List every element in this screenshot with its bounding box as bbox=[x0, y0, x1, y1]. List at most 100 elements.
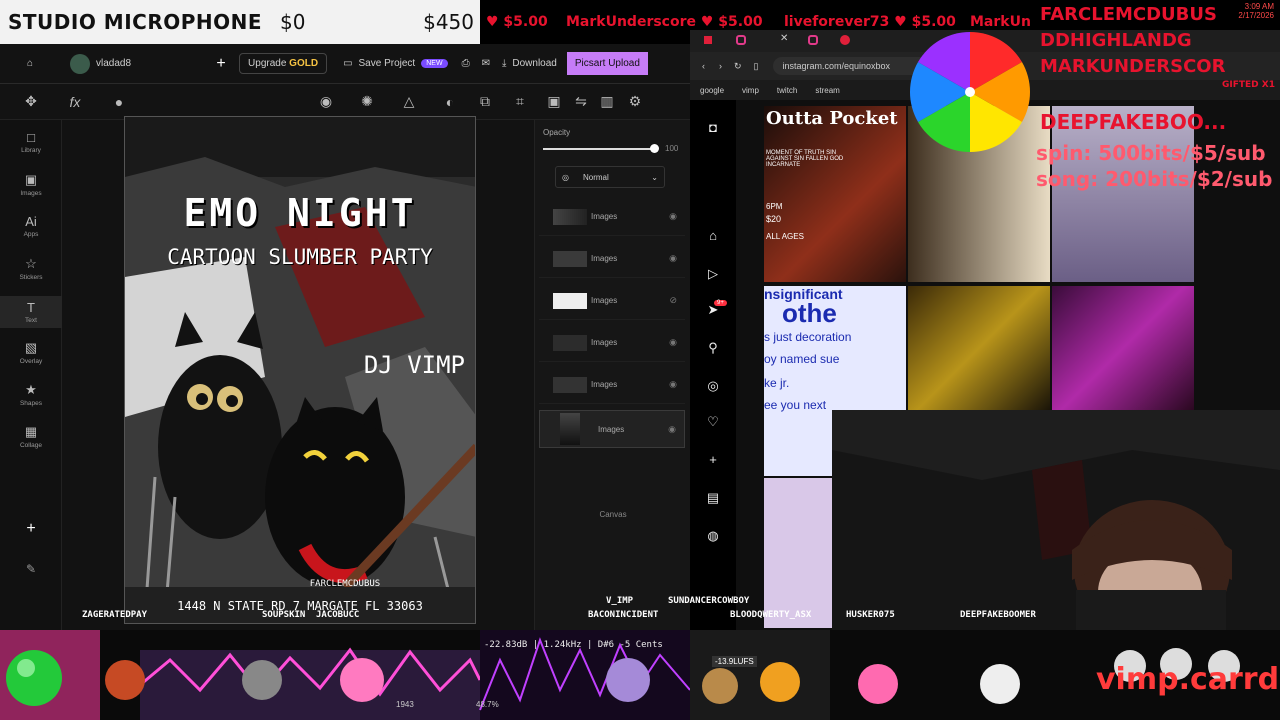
record-icon[interactable]: ◉ bbox=[306, 93, 346, 110]
nav-library[interactable]: □ Library bbox=[0, 130, 62, 154]
heart-icon[interactable]: ♡ bbox=[704, 414, 722, 430]
alert-name: DEEPFAKEBOO... bbox=[1040, 110, 1227, 134]
blend-mode-select[interactable]: ◎ Normal ⌄ bbox=[555, 166, 665, 188]
home-icon[interactable]: ⌂ bbox=[704, 228, 722, 243]
nav-apps[interactable]: Ai Apps bbox=[0, 214, 62, 238]
close-icon[interactable]: ✕ bbox=[780, 33, 788, 44]
settings-icon[interactable]: ⚙ bbox=[620, 93, 650, 110]
bookmark-vimp[interactable]: vimp bbox=[742, 86, 759, 95]
bookmark-icon[interactable]: ▯ bbox=[754, 61, 759, 72]
crop-icon[interactable]: ⌗ bbox=[500, 93, 540, 110]
explore-icon[interactable]: ◎ bbox=[704, 378, 722, 394]
filter-icon[interactable]: ◐ bbox=[430, 94, 470, 110]
move-icon[interactable]: ✥ bbox=[0, 93, 62, 110]
eye-icon[interactable]: ◉ bbox=[669, 211, 677, 222]
bookmark-google[interactable]: google bbox=[700, 86, 724, 95]
shape-icon[interactable]: △ bbox=[388, 93, 430, 110]
layer-item[interactable]: Images ⊘ bbox=[539, 282, 685, 320]
mic-goal-target: $450 bbox=[423, 10, 474, 34]
forward-icon[interactable]: › bbox=[719, 61, 722, 71]
eye-icon[interactable]: ◉ bbox=[669, 379, 677, 390]
save-label: Save Project bbox=[358, 58, 416, 69]
canvas-layer[interactable]: Canvas bbox=[535, 510, 691, 519]
add-icon[interactable]: + bbox=[209, 55, 233, 73]
nav-stickers[interactable]: ☆ Stickers bbox=[0, 256, 62, 281]
alert-name: MARKUNDERSCOR bbox=[1040, 56, 1226, 77]
brush-icon[interactable]: ✎ bbox=[0, 562, 62, 576]
layer-name: Images bbox=[591, 380, 618, 389]
opacity-slider[interactable] bbox=[543, 144, 659, 153]
home-icon[interactable]: ⌂ bbox=[0, 44, 60, 84]
profile-avatar-icon[interactable]: ◍ bbox=[704, 528, 722, 544]
user-profile[interactable]: vladad8 bbox=[70, 53, 131, 74]
post-tile[interactable]: Outta Pocket MOMENT OF TRUTH SIN AGAINST… bbox=[764, 106, 906, 282]
eye-icon[interactable]: ◉ bbox=[669, 253, 677, 264]
poster-credit: FARCLEMCDUBUS bbox=[309, 579, 381, 589]
tab-pinterest[interactable] bbox=[840, 35, 850, 45]
mic-goal-title: STUDIO MICROPHONE bbox=[8, 10, 263, 34]
post-time: 6PM bbox=[766, 202, 783, 211]
eye-off-icon[interactable]: ⊘ bbox=[669, 295, 677, 306]
bookmark-twitch[interactable]: twitch bbox=[777, 86, 797, 95]
split-icon[interactable]: ▥ bbox=[594, 93, 620, 110]
effects-icon[interactable]: ● bbox=[88, 94, 150, 110]
bookmark-stream[interactable]: stream bbox=[815, 86, 839, 95]
tab-instagram[interactable] bbox=[808, 35, 818, 45]
poster-subtitle: CARTOON SLUMBER PARTY bbox=[167, 245, 433, 269]
save-project-button[interactable]: ▭ Save Project NEW bbox=[343, 58, 448, 69]
instagram-icon[interactable]: ◘ bbox=[704, 120, 722, 135]
picsart-upload-button[interactable]: Picsart Upload bbox=[566, 52, 648, 75]
notification-badge: 9+ bbox=[714, 300, 727, 306]
nav-overlay[interactable]: ▧ Overlay bbox=[0, 340, 62, 365]
donation-ticker: ♥ $5.00 bbox=[486, 14, 548, 30]
opacity-handle[interactable] bbox=[650, 144, 659, 153]
poster-image[interactable]: EMO NIGHT CARTOON SLUMBER PARTY DJ VIMP … bbox=[124, 116, 476, 624]
post-ages: ALL AGES bbox=[766, 232, 804, 241]
post-price: $20 bbox=[766, 214, 782, 224]
post-title: Outta Pocket bbox=[766, 108, 898, 129]
layer-item[interactable]: Images ◉ bbox=[539, 240, 685, 278]
mail-icon[interactable]: ✉ bbox=[482, 58, 490, 69]
fx-icon[interactable]: fx bbox=[62, 94, 88, 110]
reload-icon[interactable]: ↻ bbox=[734, 61, 742, 72]
frame-icon[interactable]: ▣ bbox=[540, 93, 568, 110]
layer-item[interactable]: Images ◉ bbox=[539, 324, 685, 362]
dashboard-icon[interactable]: ▤ bbox=[704, 490, 722, 506]
search-icon[interactable]: ⚲ bbox=[704, 340, 722, 356]
nav-images[interactable]: ▣ Images bbox=[0, 172, 62, 197]
download-button[interactable]: ⤓ Download bbox=[502, 58, 557, 69]
instagram-sidebar: ◘ ⌂ ▷ ➤ 9+ ⚲ ◎ ♡ + ▤ ◍ bbox=[690, 100, 736, 644]
donation-ticker: MarkUn bbox=[970, 14, 1031, 30]
left-sidebar: □ Library ▣ Images Ai Apps ☆ Stickers T Text … bbox=[0, 120, 62, 644]
stickers-icon: ☆ bbox=[25, 256, 37, 271]
nav-collage[interactable]: ▦ Collage bbox=[0, 424, 62, 449]
upgrade-button[interactable]: Upgrade GOLD bbox=[239, 53, 328, 74]
nav-shapes[interactable]: ★ Shapes bbox=[0, 382, 62, 407]
post-text: ee you next bbox=[764, 398, 827, 412]
layer-name: Images bbox=[591, 296, 618, 305]
layer-thumb bbox=[553, 334, 587, 351]
replace-icon[interactable]: ⧉ bbox=[470, 93, 500, 110]
adjust-icon[interactable]: ✺ bbox=[346, 93, 388, 110]
tab-instagram[interactable] bbox=[736, 35, 746, 45]
reels-icon[interactable]: ▷ bbox=[704, 266, 722, 282]
poster-title: EMO NIGHT bbox=[183, 191, 417, 235]
layer-item[interactable]: Images ◉ bbox=[539, 198, 685, 236]
layer-item[interactable]: Images ◉ bbox=[539, 366, 685, 404]
create-icon[interactable]: + bbox=[704, 452, 722, 467]
viewer-name: HUSKER075 bbox=[846, 610, 895, 620]
flip-icon[interactable]: ⇋ bbox=[568, 93, 594, 110]
tab-youtube[interactable] bbox=[704, 36, 712, 44]
back-icon[interactable]: ‹ bbox=[702, 61, 705, 71]
post-tile[interactable] bbox=[908, 286, 1050, 410]
print-icon[interactable]: ⎙ bbox=[462, 58, 470, 69]
poster-dj: DJ VIMP bbox=[363, 351, 465, 379]
eye-icon[interactable]: ◉ bbox=[668, 424, 676, 435]
text-icon: T bbox=[27, 300, 35, 315]
add-icon[interactable]: + bbox=[0, 520, 62, 538]
nav-text[interactable]: T Text bbox=[0, 296, 62, 328]
eye-icon[interactable]: ◉ bbox=[669, 337, 677, 348]
layer-item-selected[interactable]: Images ◉ bbox=[539, 410, 685, 448]
post-tile[interactable] bbox=[1052, 286, 1194, 410]
save-icon: ▭ bbox=[343, 58, 353, 69]
